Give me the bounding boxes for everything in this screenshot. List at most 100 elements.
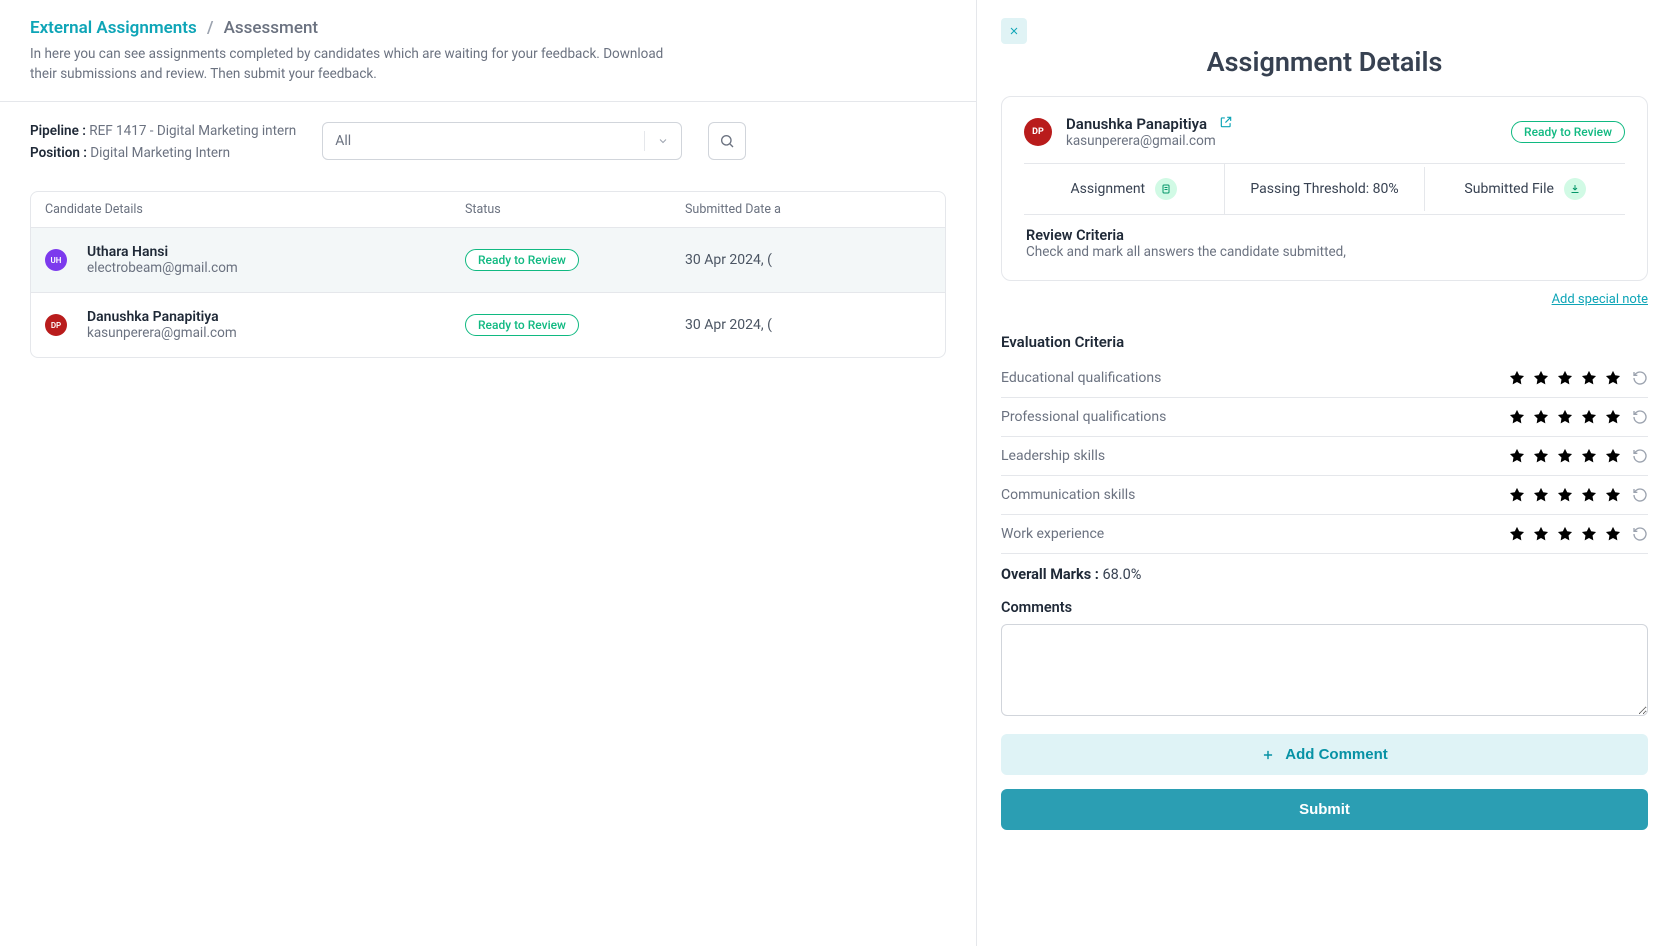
star-icon[interactable]	[1508, 369, 1526, 387]
download-icon	[1569, 183, 1581, 195]
th-date: Submitted Date a	[685, 202, 931, 217]
status-filter-select[interactable]: All	[322, 122, 682, 160]
star-icon[interactable]	[1508, 525, 1526, 543]
comments-heading: Comments	[1001, 599, 1648, 616]
star-icon[interactable]	[1580, 486, 1598, 504]
chevron-down-icon	[644, 131, 669, 151]
th-status: Status	[465, 202, 685, 217]
star-rating[interactable]	[1508, 525, 1648, 543]
breadcrumb: External Assignments / Assessment	[30, 18, 946, 38]
pipeline-value: REF 1417 - Digital Marketing intern	[89, 123, 296, 139]
comments-textarea[interactable]	[1001, 624, 1648, 716]
search-icon	[719, 133, 735, 149]
star-rating[interactable]	[1508, 369, 1648, 387]
star-icon[interactable]	[1556, 408, 1574, 426]
avatar: DP	[45, 314, 67, 336]
page-description: In here you can see assignments complete…	[30, 44, 670, 85]
candidate-email: kasunperera@gmail.com	[1066, 133, 1233, 149]
reset-rating-button[interactable]	[1632, 370, 1648, 386]
close-icon	[1008, 25, 1020, 37]
add-comment-button[interactable]: Add Comment	[1001, 734, 1648, 775]
reset-rating-button[interactable]	[1632, 487, 1648, 503]
avatar: UH	[45, 249, 67, 271]
star-icon[interactable]	[1580, 369, 1598, 387]
star-icon[interactable]	[1604, 525, 1622, 543]
row-status-badge: Ready to Review	[465, 249, 579, 271]
candidate-name: Danushka Panapitiya	[1066, 115, 1207, 133]
pipeline-label: Pipeline :	[30, 123, 86, 139]
star-icon[interactable]	[1508, 486, 1526, 504]
row-submitted-date: 30 Apr 2024, (	[685, 252, 931, 268]
star-icon[interactable]	[1580, 408, 1598, 426]
star-icon[interactable]	[1508, 447, 1526, 465]
position-label: Position :	[30, 145, 87, 161]
external-link-icon	[1219, 115, 1233, 129]
star-rating[interactable]	[1508, 447, 1648, 465]
star-rating[interactable]	[1508, 486, 1648, 504]
search-button[interactable]	[708, 122, 746, 160]
criteria-label: Communication skills	[1001, 487, 1135, 503]
assignment-label: Assignment	[1071, 181, 1146, 197]
criteria-label: Leadership skills	[1001, 448, 1105, 464]
star-rating[interactable]	[1508, 408, 1648, 426]
candidate-avatar: DP	[1024, 118, 1052, 146]
star-icon[interactable]	[1604, 486, 1622, 504]
assignments-table: Candidate Details Status Submitted Date …	[30, 191, 946, 358]
assignment-download-button[interactable]	[1155, 178, 1177, 200]
row-candidate-name: Uthara Hansi	[87, 244, 238, 260]
star-icon[interactable]	[1532, 486, 1550, 504]
add-special-note-link[interactable]: Add special note	[1552, 292, 1648, 307]
criteria-row: Communication skills	[1001, 476, 1648, 515]
status-filter-value: All	[335, 133, 351, 149]
position-value: Digital Marketing Intern	[90, 145, 230, 161]
star-icon[interactable]	[1532, 369, 1550, 387]
panel-title: Assignment Details	[1001, 46, 1648, 78]
open-profile-button[interactable]	[1219, 117, 1233, 133]
submitted-file-label: Submitted File	[1464, 181, 1554, 197]
candidate-status-badge: Ready to Review	[1511, 121, 1625, 143]
evaluation-criteria-heading: Evaluation Criteria	[1001, 333, 1648, 351]
row-status-badge: Ready to Review	[465, 314, 579, 336]
overall-marks-value: 68.0%	[1102, 566, 1141, 583]
criteria-row: Educational qualifications	[1001, 359, 1648, 398]
criteria-label: Professional qualifications	[1001, 409, 1166, 425]
th-candidate: Candidate Details	[45, 202, 465, 217]
criteria-row: Professional qualifications	[1001, 398, 1648, 437]
row-candidate-name: Danushka Panapitiya	[87, 309, 237, 325]
star-icon[interactable]	[1556, 369, 1574, 387]
star-icon[interactable]	[1532, 447, 1550, 465]
review-criteria-sub: Check and mark all answers the candidate…	[1026, 244, 1623, 260]
download-submitted-file-button[interactable]	[1564, 178, 1586, 200]
star-icon[interactable]	[1508, 408, 1526, 426]
star-icon[interactable]	[1556, 447, 1574, 465]
breadcrumb-current: Assessment	[224, 18, 318, 38]
star-icon[interactable]	[1604, 369, 1622, 387]
overall-marks-label: Overall Marks :	[1001, 566, 1099, 583]
breadcrumb-link-external-assignments[interactable]: External Assignments	[30, 18, 197, 38]
criteria-row: Work experience	[1001, 515, 1648, 554]
star-icon[interactable]	[1604, 408, 1622, 426]
star-icon[interactable]	[1556, 486, 1574, 504]
submit-button[interactable]: Submit	[1001, 789, 1648, 830]
star-icon[interactable]	[1604, 447, 1622, 465]
review-criteria-title: Review Criteria	[1026, 227, 1623, 244]
reset-rating-button[interactable]	[1632, 526, 1648, 542]
threshold-label: Passing Threshold: 80%	[1250, 181, 1398, 197]
criteria-label: Educational qualifications	[1001, 370, 1161, 386]
document-icon	[1160, 183, 1172, 195]
star-icon[interactable]	[1532, 525, 1550, 543]
reset-rating-button[interactable]	[1632, 409, 1648, 425]
row-candidate-email: kasunperera@gmail.com	[87, 325, 237, 341]
star-icon[interactable]	[1532, 408, 1550, 426]
plus-icon	[1261, 748, 1275, 762]
close-panel-button[interactable]	[1001, 18, 1027, 44]
table-row[interactable]: UH Uthara Hansielectrobeam@gmail.com Ready…	[31, 228, 945, 293]
row-candidate-email: electrobeam@gmail.com	[87, 260, 238, 276]
criteria-label: Work experience	[1001, 526, 1104, 542]
criteria-row: Leadership skills	[1001, 437, 1648, 476]
star-icon[interactable]	[1556, 525, 1574, 543]
star-icon[interactable]	[1580, 525, 1598, 543]
star-icon[interactable]	[1580, 447, 1598, 465]
table-row[interactable]: DP Danushka Panapitiyakasunperera@gmail.c…	[31, 293, 945, 357]
reset-rating-button[interactable]	[1632, 448, 1648, 464]
